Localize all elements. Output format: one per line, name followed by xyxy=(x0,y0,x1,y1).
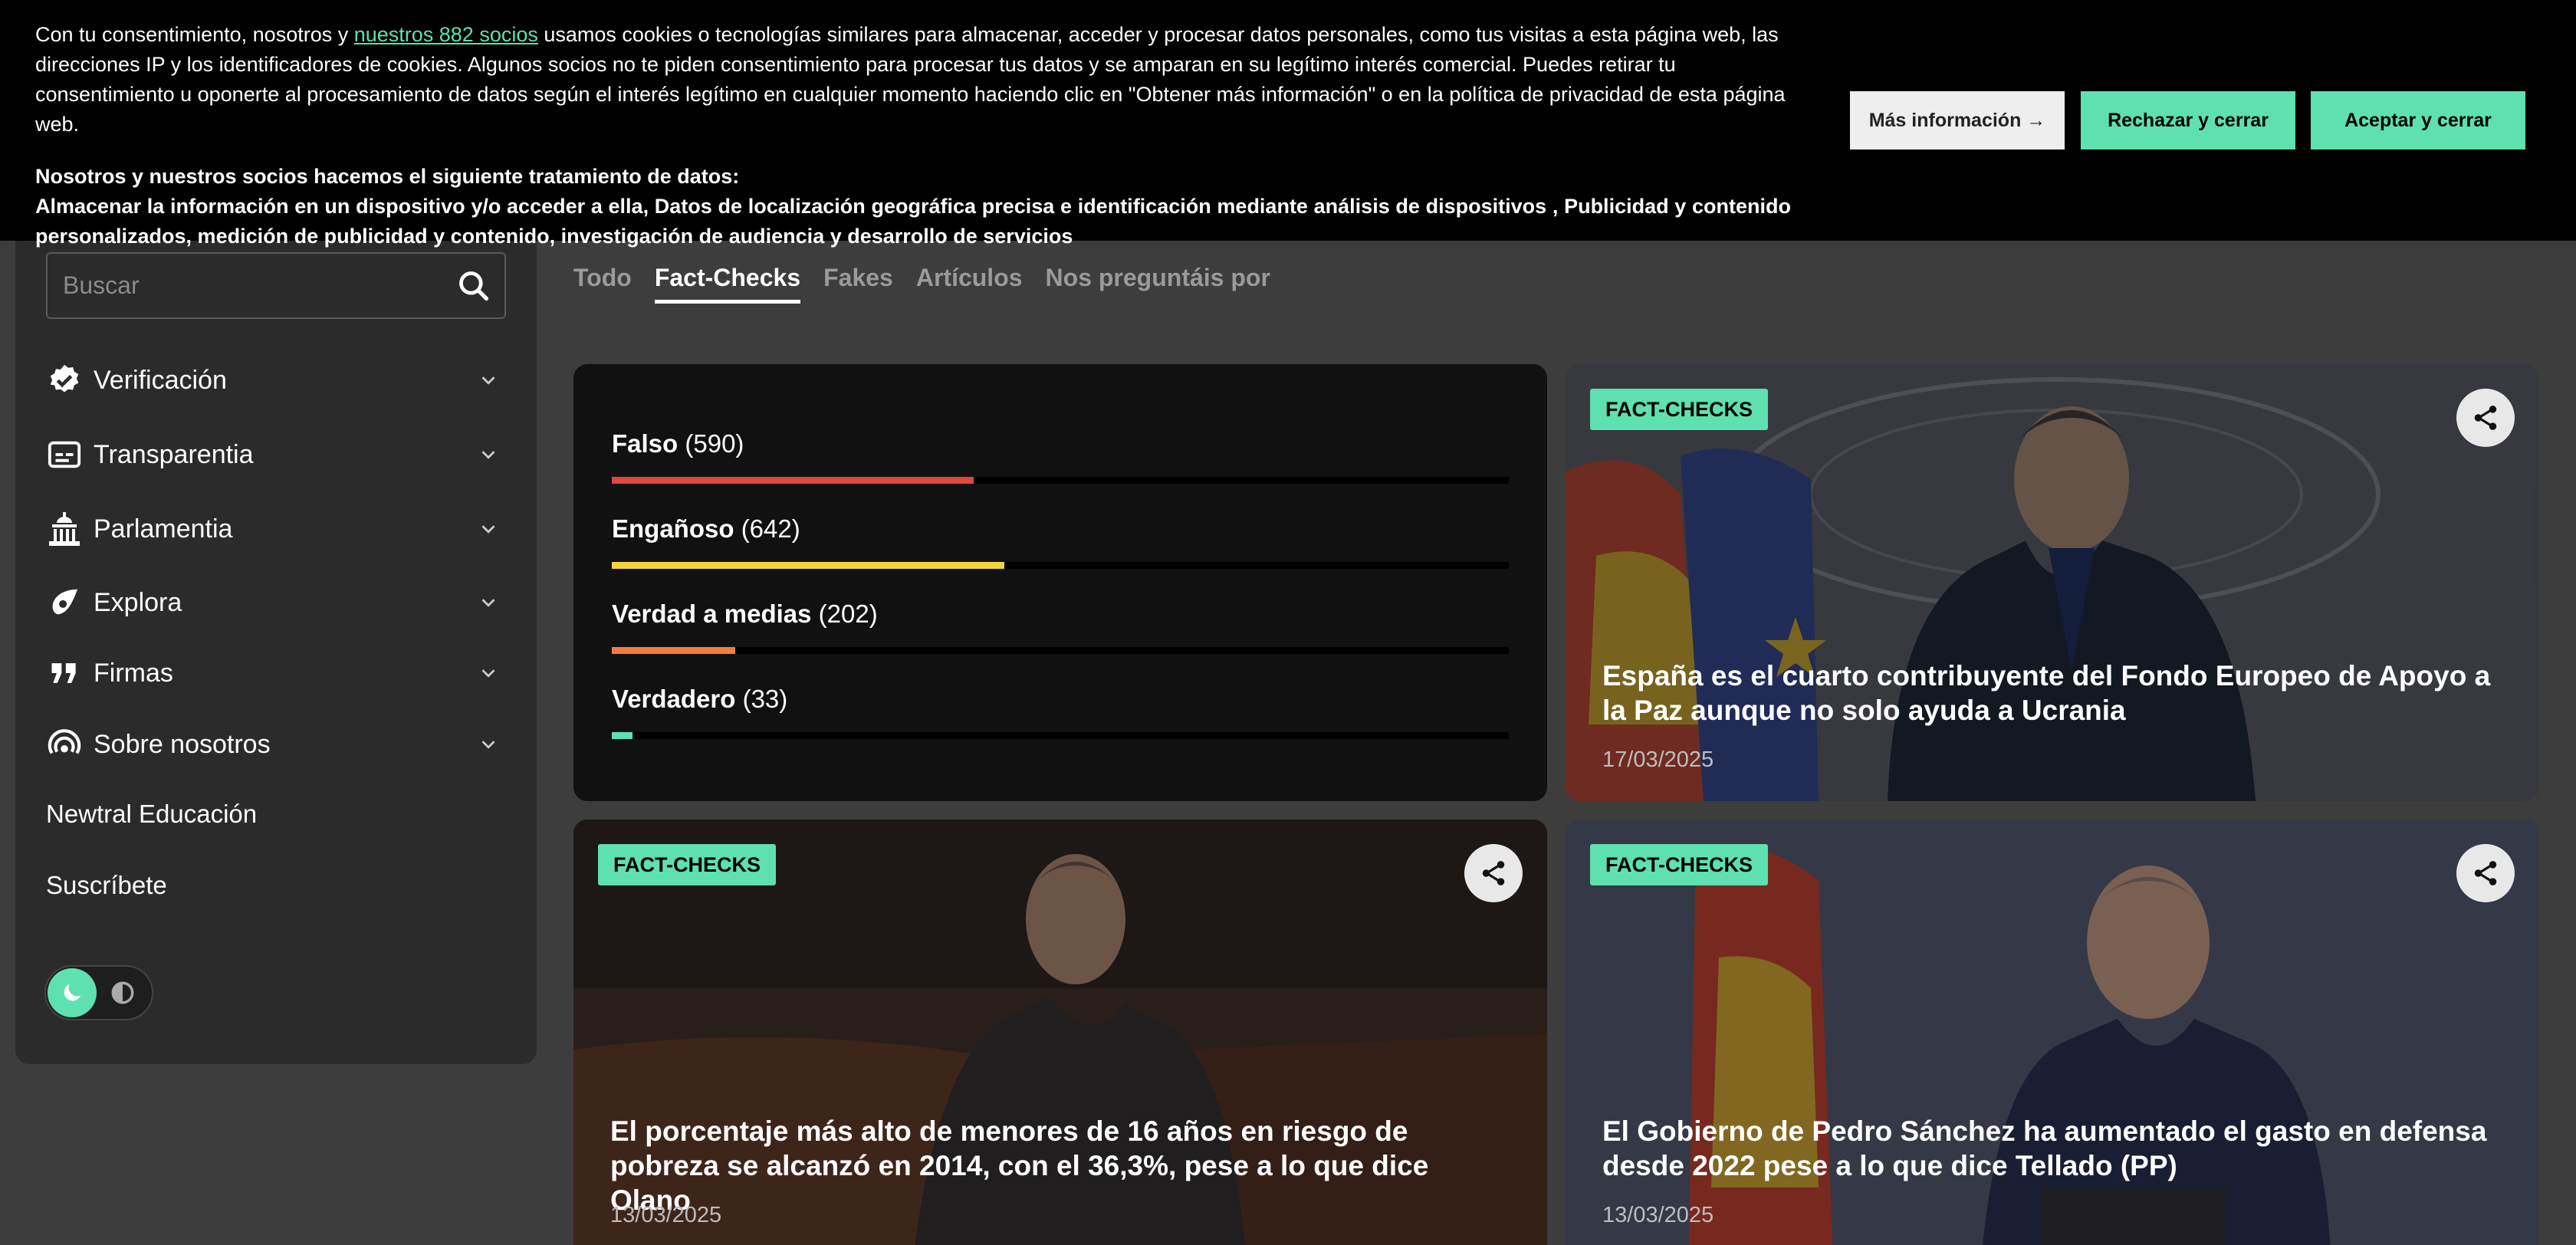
article-date: 17/03/2025 xyxy=(1602,747,1714,772)
article-card[interactable]: FACT-CHECKS El Gobierno de Pedro Sánchez… xyxy=(1566,820,2539,1245)
partners-link[interactable]: nuestros 882 socios xyxy=(354,23,538,46)
sidebar-item-label: Explora xyxy=(94,587,182,617)
article-title[interactable]: España es el cuarto contribuyente del Fo… xyxy=(1602,659,2502,728)
sidebar-item-label: Transparentia xyxy=(94,439,254,469)
category-badge[interactable]: FACT-CHECKS xyxy=(598,844,777,885)
cookie-text: Con tu consentimiento, nosotros y nuestr… xyxy=(35,20,1791,251)
more-info-button[interactable]: Más información → xyxy=(1850,91,2065,149)
category-badge[interactable]: FACT-CHECKS xyxy=(1590,389,1769,430)
cookie-banner: Con tu consentimiento, nosotros y nuestr… xyxy=(0,0,2576,248)
search-icon[interactable] xyxy=(443,255,504,317)
stat-label: Verdad a medias xyxy=(612,600,812,628)
share-button[interactable] xyxy=(2456,844,2515,902)
stat-row[interactable]: Verdadero (33) xyxy=(612,685,1509,739)
content-tabs: Todo Fact-Checks Fakes Artículos Nos pre… xyxy=(573,264,1293,304)
sidebar-item-sobre-nosotros[interactable]: Sobre nosotros xyxy=(46,721,506,767)
chevron-down-icon xyxy=(481,376,495,385)
stat-track xyxy=(612,477,1509,484)
contrast-icon xyxy=(109,979,136,1007)
stat-label: Verdadero xyxy=(612,685,736,713)
tab-todo[interactable]: Todo xyxy=(573,264,632,304)
stat-track xyxy=(612,562,1509,569)
stat-track xyxy=(612,647,1509,654)
sidebar-item-explora[interactable]: Explora xyxy=(46,580,506,626)
cookie-consent-text: Con tu consentimiento, nosotros y nuestr… xyxy=(35,23,1786,136)
category-badge[interactable]: FACT-CHECKS xyxy=(1590,844,1769,885)
tab-fakes[interactable]: Fakes xyxy=(823,264,893,304)
accept-button[interactable]: Aceptar y cerrar xyxy=(2311,91,2525,149)
subtitles-icon xyxy=(46,436,83,473)
sidebar-link-suscribete[interactable]: Suscríbete xyxy=(46,871,167,900)
chevron-down-icon xyxy=(481,599,495,607)
stat-row[interactable]: Falso (590) xyxy=(612,429,1509,484)
share-button[interactable] xyxy=(2456,389,2515,447)
stat-fill xyxy=(612,732,632,739)
stat-track xyxy=(612,732,1509,739)
article-card[interactable]: FACT-CHECKS El porcentaje más alto de me… xyxy=(573,820,1547,1245)
stat-row[interactable]: Engañoso (642) xyxy=(612,514,1509,569)
article-title[interactable]: El Gobierno de Pedro Sánchez ha aumentad… xyxy=(1602,1114,2502,1183)
sidebar-item-parlamentia[interactable]: Parlamentia xyxy=(46,506,506,552)
parliament-icon xyxy=(46,511,83,547)
share-icon xyxy=(1482,861,1505,885)
chevron-down-icon xyxy=(481,451,495,459)
stat-label: Falso xyxy=(612,429,678,458)
share-icon xyxy=(2474,406,2497,430)
share-icon xyxy=(2474,861,2497,885)
chevron-down-icon xyxy=(481,741,495,749)
verified-badge-icon xyxy=(46,362,83,399)
sidebar-item-label: Parlamentia xyxy=(94,514,233,544)
search-input[interactable] xyxy=(48,254,443,317)
stat-row[interactable]: Verdad a medias (202) xyxy=(612,600,1509,654)
search-box[interactable] xyxy=(46,252,506,319)
article-date: 13/03/2025 xyxy=(1602,1203,1714,1227)
sidebar-link-educacion[interactable]: Newtral Educación xyxy=(46,800,257,829)
article-title[interactable]: El porcentaje más alto de menores de 16 … xyxy=(610,1114,1510,1217)
stat-fill xyxy=(612,562,1005,569)
sidebar-item-transparentia[interactable]: Transparentia xyxy=(46,432,506,478)
stat-count: (642) xyxy=(741,514,800,543)
partners-title: Nosotros y nuestros socios hacemos el si… xyxy=(35,165,740,188)
theme-toggle[interactable] xyxy=(44,965,153,1020)
chevron-down-icon xyxy=(481,669,495,678)
share-button[interactable] xyxy=(1464,844,1523,902)
sidebar-item-firmas[interactable]: Firmas xyxy=(46,650,506,696)
broadcast-icon xyxy=(46,726,83,763)
compass-icon xyxy=(46,584,83,621)
article-date: 13/03/2025 xyxy=(610,1203,722,1227)
sidebar-item-label: Firmas xyxy=(94,658,173,688)
sidebar-item-label: Verificación xyxy=(94,365,227,395)
stat-fill xyxy=(612,477,974,484)
stat-count: (202) xyxy=(818,600,878,628)
tab-articulos[interactable]: Artículos xyxy=(916,264,1023,304)
article-card[interactable]: FACT-CHECKS España es el cuarto contribu… xyxy=(1566,364,2539,801)
stat-count: (590) xyxy=(685,429,744,458)
tab-nos-preguntais-por[interactable]: Nos preguntáis por xyxy=(1046,264,1270,304)
moon-icon xyxy=(48,968,97,1017)
sidebar-item-verificacion[interactable]: Verificación xyxy=(46,357,506,403)
quote-icon xyxy=(46,655,83,691)
verdict-stats-card: Falso (590) Engañoso (642) Verdad a medi… xyxy=(573,364,1547,801)
chevron-down-icon xyxy=(481,525,495,534)
stat-fill xyxy=(612,647,736,654)
purposes-list: Almacenar la información en un dispositi… xyxy=(35,195,1791,248)
sidebar-item-label: Sobre nosotros xyxy=(94,729,271,759)
tab-fact-checks[interactable]: Fact-Checks xyxy=(654,264,801,304)
reject-button[interactable]: Rechazar y cerrar xyxy=(2081,91,2295,149)
stat-label: Engañoso xyxy=(612,514,734,543)
stat-count: (33) xyxy=(742,685,788,713)
